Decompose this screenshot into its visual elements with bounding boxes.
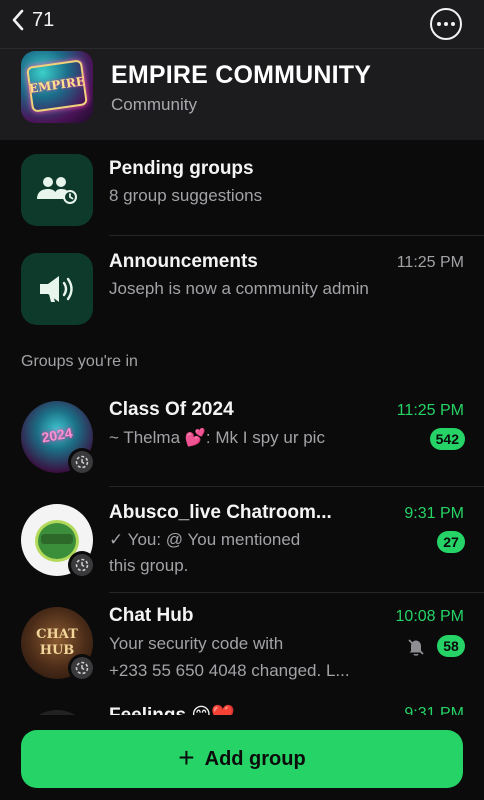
group-preview-line1: Your security code with xyxy=(109,634,284,653)
group-preview-line2: this group. xyxy=(109,556,189,575)
group-row[interactable]: Abusco_live Chatroom... 9:31 PM ✓ You: @… xyxy=(0,500,484,593)
back-chevron-icon xyxy=(12,9,24,31)
divider xyxy=(109,592,484,593)
group-time: 10:08 PM xyxy=(395,608,464,625)
announcements-title: Announcements xyxy=(109,251,258,272)
group-preview-line1: ✓ You: @ You mentioned xyxy=(109,530,301,549)
community-name: EMPIRE COMMUNITY xyxy=(111,61,372,89)
unread-badge: 542 xyxy=(429,428,465,450)
announcements-tile xyxy=(21,253,93,325)
group-name: Class Of 2024 xyxy=(109,399,234,420)
announcements-preview: Joseph is now a community admin xyxy=(109,279,369,298)
pending-groups-tile xyxy=(21,154,93,226)
pending-groups-icon xyxy=(37,177,77,204)
community-header[interactable]: EMPIRE EMPIRE COMMUNITY Community xyxy=(0,48,484,140)
group-name: Abusco_live Chatroom... xyxy=(109,502,332,523)
group-avatar: 2024 xyxy=(21,401,96,476)
announcements-time: 11:25 PM xyxy=(396,254,464,271)
plus-icon: + xyxy=(178,742,195,773)
divider xyxy=(109,486,484,487)
community-sub-icon xyxy=(75,558,89,572)
group-avatar: CHAT HUB xyxy=(21,607,96,682)
unread-badge: 27 xyxy=(437,531,465,553)
community-sub-icon xyxy=(75,455,89,469)
group-row[interactable]: 2024 Class Of 2024 11:25 PM ~ Thelma 💕: … xyxy=(0,395,484,487)
announcements-row[interactable]: Announcements 11:25 PM Joseph is now a c… xyxy=(0,245,484,327)
megaphone-icon xyxy=(40,276,73,302)
add-group-label: Add group xyxy=(204,747,306,770)
group-time: 9:31 PM xyxy=(404,505,464,522)
pending-groups-subtitle: 8 group suggestions xyxy=(109,186,263,205)
pending-groups-row[interactable]: Pending groups 8 group suggestions xyxy=(0,152,484,236)
more-options-icon xyxy=(437,22,441,26)
more-options-button[interactable] xyxy=(430,8,462,40)
top-bar: 71 xyxy=(0,0,484,48)
divider xyxy=(109,235,484,236)
group-avatar xyxy=(21,504,96,579)
section-label-groups: Groups you're in xyxy=(21,353,138,370)
back-button[interactable]: 71 xyxy=(10,8,54,32)
group-avatar-logo-line1: CHAT xyxy=(36,627,78,642)
add-group-button[interactable]: + Add group xyxy=(21,730,463,788)
community-sub-icon xyxy=(75,661,89,675)
community-avatar[interactable]: EMPIRE xyxy=(21,51,93,123)
group-preview-line2: +233 55 650 4048 changed. L... xyxy=(109,661,350,680)
back-count: 71 xyxy=(32,8,55,31)
group-name: Chat Hub xyxy=(109,605,194,626)
group-avatar-logo: 2024 xyxy=(40,424,74,446)
group-row[interactable]: CHAT HUB Chat Hub 10:08 PM Your security… xyxy=(0,605,484,695)
group-time: 11:25 PM xyxy=(396,402,464,419)
pending-groups-title: Pending groups xyxy=(109,158,254,179)
community-subtitle: Community xyxy=(111,95,197,114)
unread-badge: 58 xyxy=(437,635,465,657)
group-preview: ~ Thelma 💕: Mk I spy ur pic xyxy=(109,428,325,447)
muted-bell-icon xyxy=(408,639,424,656)
